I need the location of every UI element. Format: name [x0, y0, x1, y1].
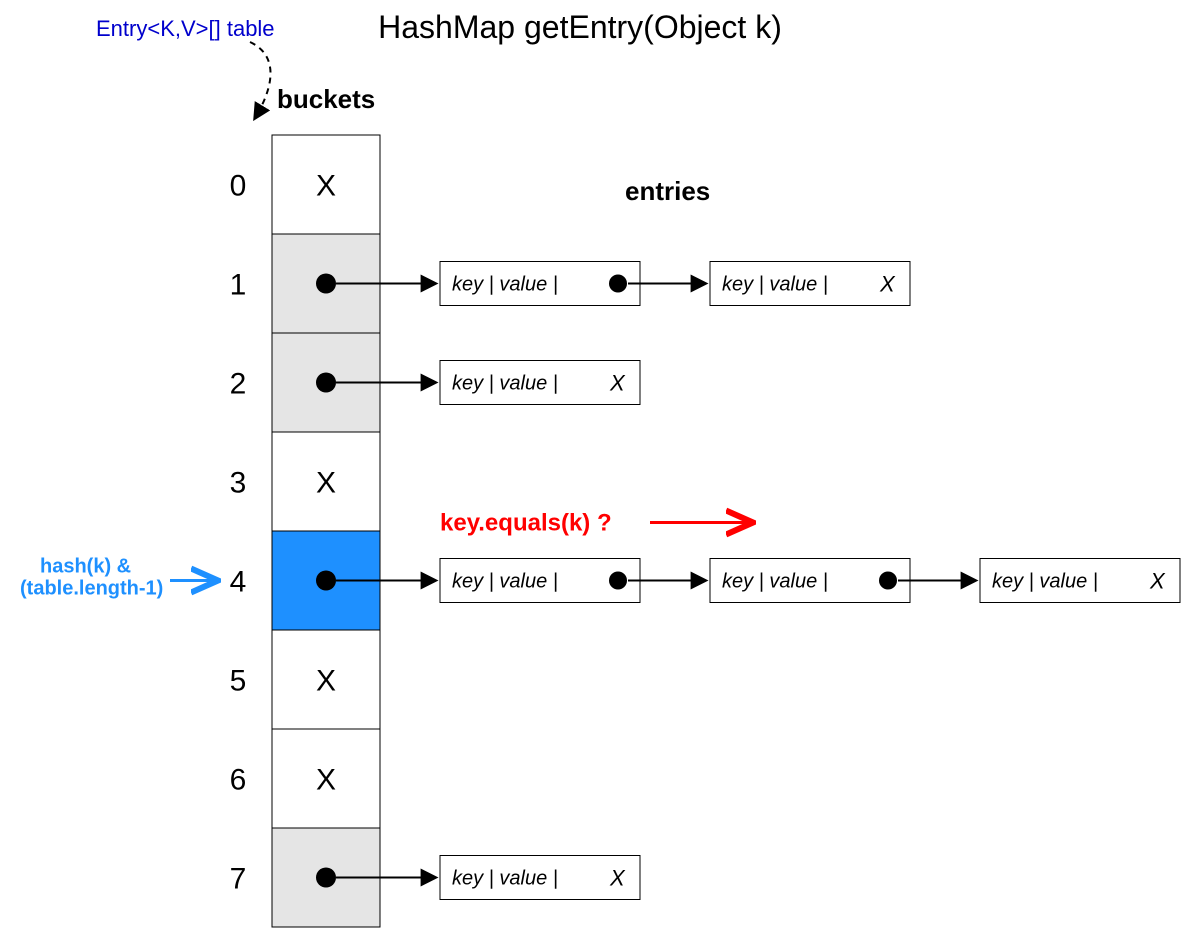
entry-label: key | value |: [992, 571, 1098, 593]
bucket-index: 1: [230, 269, 247, 302]
entry-null-icon: X: [879, 272, 896, 297]
entry-label: key | value |: [722, 274, 828, 296]
bucket-null-icon: X: [316, 764, 336, 797]
entry-label: key | value |: [722, 571, 828, 593]
bucket-pointer-dot: [316, 373, 336, 393]
equals-annotation: key.equals(k) ?: [440, 510, 612, 537]
entry-next-dot: [609, 572, 627, 590]
bucket-pointer-dot: [316, 571, 336, 591]
table-type-label: Entry<K,V>[] table: [96, 16, 275, 41]
bucket-index: 7: [230, 863, 247, 896]
bucket-index: 5: [230, 665, 247, 698]
entry-null-icon: X: [609, 866, 626, 891]
entry-label: key | value |: [452, 868, 558, 890]
bucket-null-icon: X: [316, 170, 336, 203]
hashmap-diagram: HashMap getEntry(Object k) Entry<K,V>[] t…: [0, 0, 1200, 947]
bucket-pointer-dot: [316, 274, 336, 294]
entry-label: key | value |: [452, 274, 558, 296]
bucket-index: 3: [230, 467, 247, 500]
hash-annotation-line2: (table.length-1): [20, 578, 163, 600]
bucket-pointer-dot: [316, 868, 336, 888]
entry-next-dot: [609, 275, 627, 293]
entries-heading: entries: [625, 176, 710, 206]
table-pointer-arrow: [250, 42, 271, 118]
bucket-null-icon: X: [316, 665, 336, 698]
hash-annotation-line1: hash(k) &: [40, 556, 131, 578]
bucket-index: 0: [230, 170, 247, 203]
bucket-null-icon: X: [316, 467, 336, 500]
entry-next-dot: [879, 572, 897, 590]
bucket-index: 2: [230, 368, 247, 401]
entry-null-icon: X: [609, 371, 626, 396]
entry-null-icon: X: [1149, 569, 1166, 594]
entry-label: key | value |: [452, 373, 558, 395]
diagram-title: HashMap getEntry(Object k): [378, 9, 782, 45]
entry-label: key | value |: [452, 571, 558, 593]
buckets-heading: buckets: [277, 84, 375, 114]
bucket-index: 6: [230, 764, 247, 797]
bucket-index: 4: [230, 566, 247, 599]
